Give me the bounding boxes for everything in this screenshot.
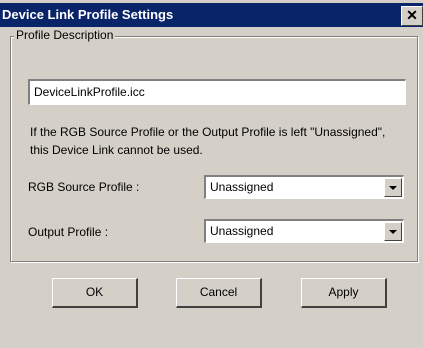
ok-button[interactable]: OK — [52, 278, 138, 308]
window-title: Device Link Profile Settings — [2, 7, 174, 22]
rgb-source-profile-label: RGB Source Profile : — [28, 180, 140, 194]
unassigned-warning-note: If the RGB Source Profile or the Output … — [30, 125, 386, 157]
chevron-down-icon — [389, 230, 397, 234]
close-button[interactable]: ✕ — [401, 6, 423, 26]
profile-description-field[interactable]: DeviceLinkProfile.icc — [28, 79, 406, 105]
chevron-down-icon — [389, 186, 397, 190]
title-bar[interactable]: Device Link Profile Settings ✕ — [0, 3, 423, 27]
output-profile-label: Output Profile : — [28, 225, 109, 239]
output-profile-select[interactable]: Unassigned — [204, 219, 404, 243]
profile-description-legend: Profile Description — [14, 28, 116, 42]
rgb-source-profile-value: Unassigned — [210, 180, 274, 194]
rgb-source-profile-select[interactable]: Unassigned — [204, 175, 404, 199]
close-icon: ✕ — [406, 7, 418, 23]
apply-button[interactable]: Apply — [301, 278, 387, 308]
output-profile-value: Unassigned — [210, 224, 274, 238]
cancel-button[interactable]: Cancel — [176, 278, 262, 308]
rgb-source-dropdown-button[interactable] — [384, 178, 402, 197]
output-profile-dropdown-button[interactable] — [384, 222, 402, 241]
